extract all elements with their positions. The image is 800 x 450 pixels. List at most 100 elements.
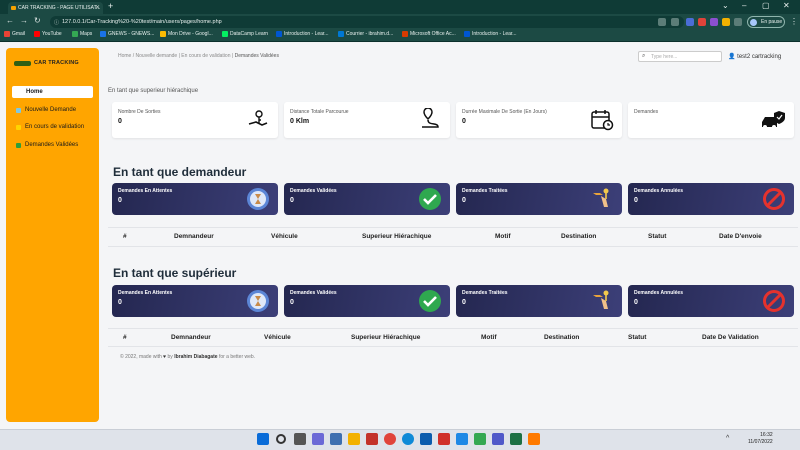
extension-icon[interactable] — [698, 18, 706, 26]
back-button[interactable]: ← — [6, 16, 14, 25]
close-window-button[interactable]: ✕ — [783, 1, 790, 10]
user-icon: 👤 — [728, 54, 736, 60]
info-icon[interactable]: ⓘ — [54, 19, 59, 26]
logo-text: CAR TRACKING — [34, 60, 79, 66]
minimize-button[interactable]: – — [742, 1, 746, 10]
bookmark-item[interactable]: Introduction - Lear... — [464, 31, 516, 37]
chrome-icon[interactable] — [384, 433, 396, 445]
check-circle-icon — [419, 188, 441, 210]
stat-value: 0 — [118, 118, 122, 125]
sidebar-item-nouvelle-demande[interactable]: Nouvelle Demande — [12, 104, 93, 116]
card-validees[interactable]: Demandes Validées 0 — [284, 285, 450, 317]
extension-icon[interactable] — [710, 18, 718, 26]
stat-card-duree: Durrée Maximale De Sortie (En Jours) 0 — [456, 102, 622, 138]
bookmark-item[interactable]: YouTube — [34, 31, 62, 37]
bookmark-item[interactable]: GNEWS - GNEWS... — [100, 31, 154, 37]
card-value: 0 — [290, 197, 294, 204]
breadcrumb-link[interactable]: En cours de validation — [181, 53, 230, 59]
cancel-icon — [763, 290, 785, 312]
avatar — [750, 19, 757, 26]
bookmark-item[interactable]: Courrier - ibrahim.d... — [338, 31, 393, 37]
tray-chevron-icon[interactable]: ^ — [726, 435, 729, 442]
breadcrumb-current[interactable]: Demandes Validées — [235, 53, 279, 59]
search-icon[interactable] — [276, 434, 286, 444]
card-traitees[interactable]: Demandes Traitées 0 — [456, 183, 622, 215]
reload-button[interactable]: ↻ — [34, 16, 41, 25]
widgets-icon[interactable] — [312, 433, 324, 445]
excel-icon[interactable] — [510, 433, 522, 445]
table-divider — [108, 227, 798, 228]
address-bar[interactable]: ⓘ 127.0.0.1/Car-Tracking%20-%20test/main… — [50, 16, 684, 28]
app-icon[interactable] — [366, 433, 378, 445]
search-input[interactable]: ⌕ Type here... — [638, 51, 722, 62]
card-en-attentes[interactable]: Demandes En Attentes 0 — [112, 183, 278, 215]
extension-icon[interactable] — [722, 18, 730, 26]
card-value: 0 — [118, 299, 122, 306]
heart-icon: ♥ — [163, 354, 167, 360]
teams-icon[interactable] — [492, 433, 504, 445]
app-logo[interactable]: CAR TRACKING — [14, 60, 79, 66]
bookmark-item[interactable]: Microsoft Office Ac... — [402, 31, 456, 37]
system-clock[interactable]: 16:32 11/07/2022 — [748, 432, 773, 446]
bookmark-item[interactable]: Mon Drive - Googl... — [160, 31, 213, 37]
profile-button[interactable]: En pause — [747, 16, 785, 28]
task-view-icon[interactable] — [294, 433, 306, 445]
column-header: Statut — [648, 233, 667, 240]
browser-tab[interactable]: CAR TRACKING - PAGE UTILISAT... ✕ — [8, 2, 103, 14]
sidebar-item-home[interactable]: Home — [12, 86, 93, 98]
card-annulees[interactable]: Demandes Annulées 0 — [628, 183, 794, 215]
column-header: Superieur Hiérachique — [351, 334, 421, 341]
user-menu[interactable]: 👤 test2 cartracking — [728, 53, 781, 60]
card-label: Demandes Traitées — [462, 188, 508, 194]
card-value: 0 — [290, 299, 294, 306]
stat-label: Distance Totale Parcourue — [290, 109, 349, 115]
stat-value: 0 — [462, 118, 466, 125]
drive-icon[interactable] — [474, 433, 486, 445]
section-subtitle: En tant que superieur hiérachique — [108, 88, 199, 94]
breadcrumb: Home / Nouvelle demande | En cours de va… — [118, 53, 279, 59]
author-link[interactable]: Ibrahim Diabagate — [174, 354, 217, 360]
sublime-icon[interactable] — [528, 433, 540, 445]
check-circle-icon — [419, 290, 441, 312]
bullet-icon — [16, 142, 21, 148]
card-value: 0 — [462, 299, 466, 306]
bookmark-star-icon[interactable] — [671, 18, 679, 26]
bookmark-item[interactable]: Gmail — [4, 31, 25, 37]
close-tab-icon[interactable]: ✕ — [95, 4, 100, 11]
extension-icon[interactable] — [686, 18, 694, 26]
file-explorer-icon[interactable] — [348, 433, 360, 445]
card-annulees[interactable]: Demandes Annulées 0 — [628, 285, 794, 317]
extensions-puzzle-icon[interactable] — [734, 18, 742, 26]
column-header: Destination — [544, 334, 580, 341]
bookmark-item[interactable]: Maps — [72, 31, 92, 37]
column-header: Superieur Hiérachique — [362, 233, 432, 240]
card-en-attentes[interactable]: Demandes En Attentes 0 — [112, 285, 278, 317]
bookmark-item[interactable]: DataCamp Learn — [222, 31, 268, 37]
edge-icon[interactable] — [402, 433, 414, 445]
stat-card-sorties: Nombre De Sorties 0 — [112, 102, 278, 138]
forward-button[interactable]: → — [20, 16, 28, 25]
breadcrumb-link[interactable]: Nouvelle demande — [136, 53, 178, 59]
sidebar-item-en-cours[interactable]: En cours de validation — [12, 121, 93, 133]
breadcrumb-link[interactable]: Home — [118, 53, 131, 59]
card-traitees[interactable]: Demandes Traitées 0 — [456, 285, 622, 317]
sidebar-item-validees[interactable]: Demandes Validées — [12, 139, 93, 151]
tab-search-chevron-icon[interactable]: ⌄ — [722, 1, 729, 10]
column-header: Demnandeur — [174, 233, 214, 240]
browser-tab-strip — [0, 0, 800, 14]
tab-favicon-icon — [11, 6, 16, 10]
card-validees[interactable]: Demandes Validées 0 — [284, 183, 450, 215]
vscode-icon[interactable] — [456, 433, 468, 445]
maximize-button[interactable]: ▢ — [762, 1, 770, 10]
menu-kebab-icon[interactable]: ⋮ — [790, 17, 798, 26]
card-label: Demandes Traitées — [462, 290, 508, 296]
windows-start-icon[interactable] — [257, 433, 269, 445]
office-icon[interactable] — [438, 433, 450, 445]
new-tab-button[interactable]: + — [108, 1, 113, 11]
share-icon[interactable] — [658, 18, 666, 26]
chat-icon[interactable] — [330, 433, 342, 445]
stat-card-distance: Distance Totale Parcourue 0 Klm — [284, 102, 450, 138]
clock-date: 11/07/2022 — [748, 439, 773, 445]
bookmark-item[interactable]: Introduction - Lear... — [276, 31, 328, 37]
outlook-icon[interactable] — [420, 433, 432, 445]
